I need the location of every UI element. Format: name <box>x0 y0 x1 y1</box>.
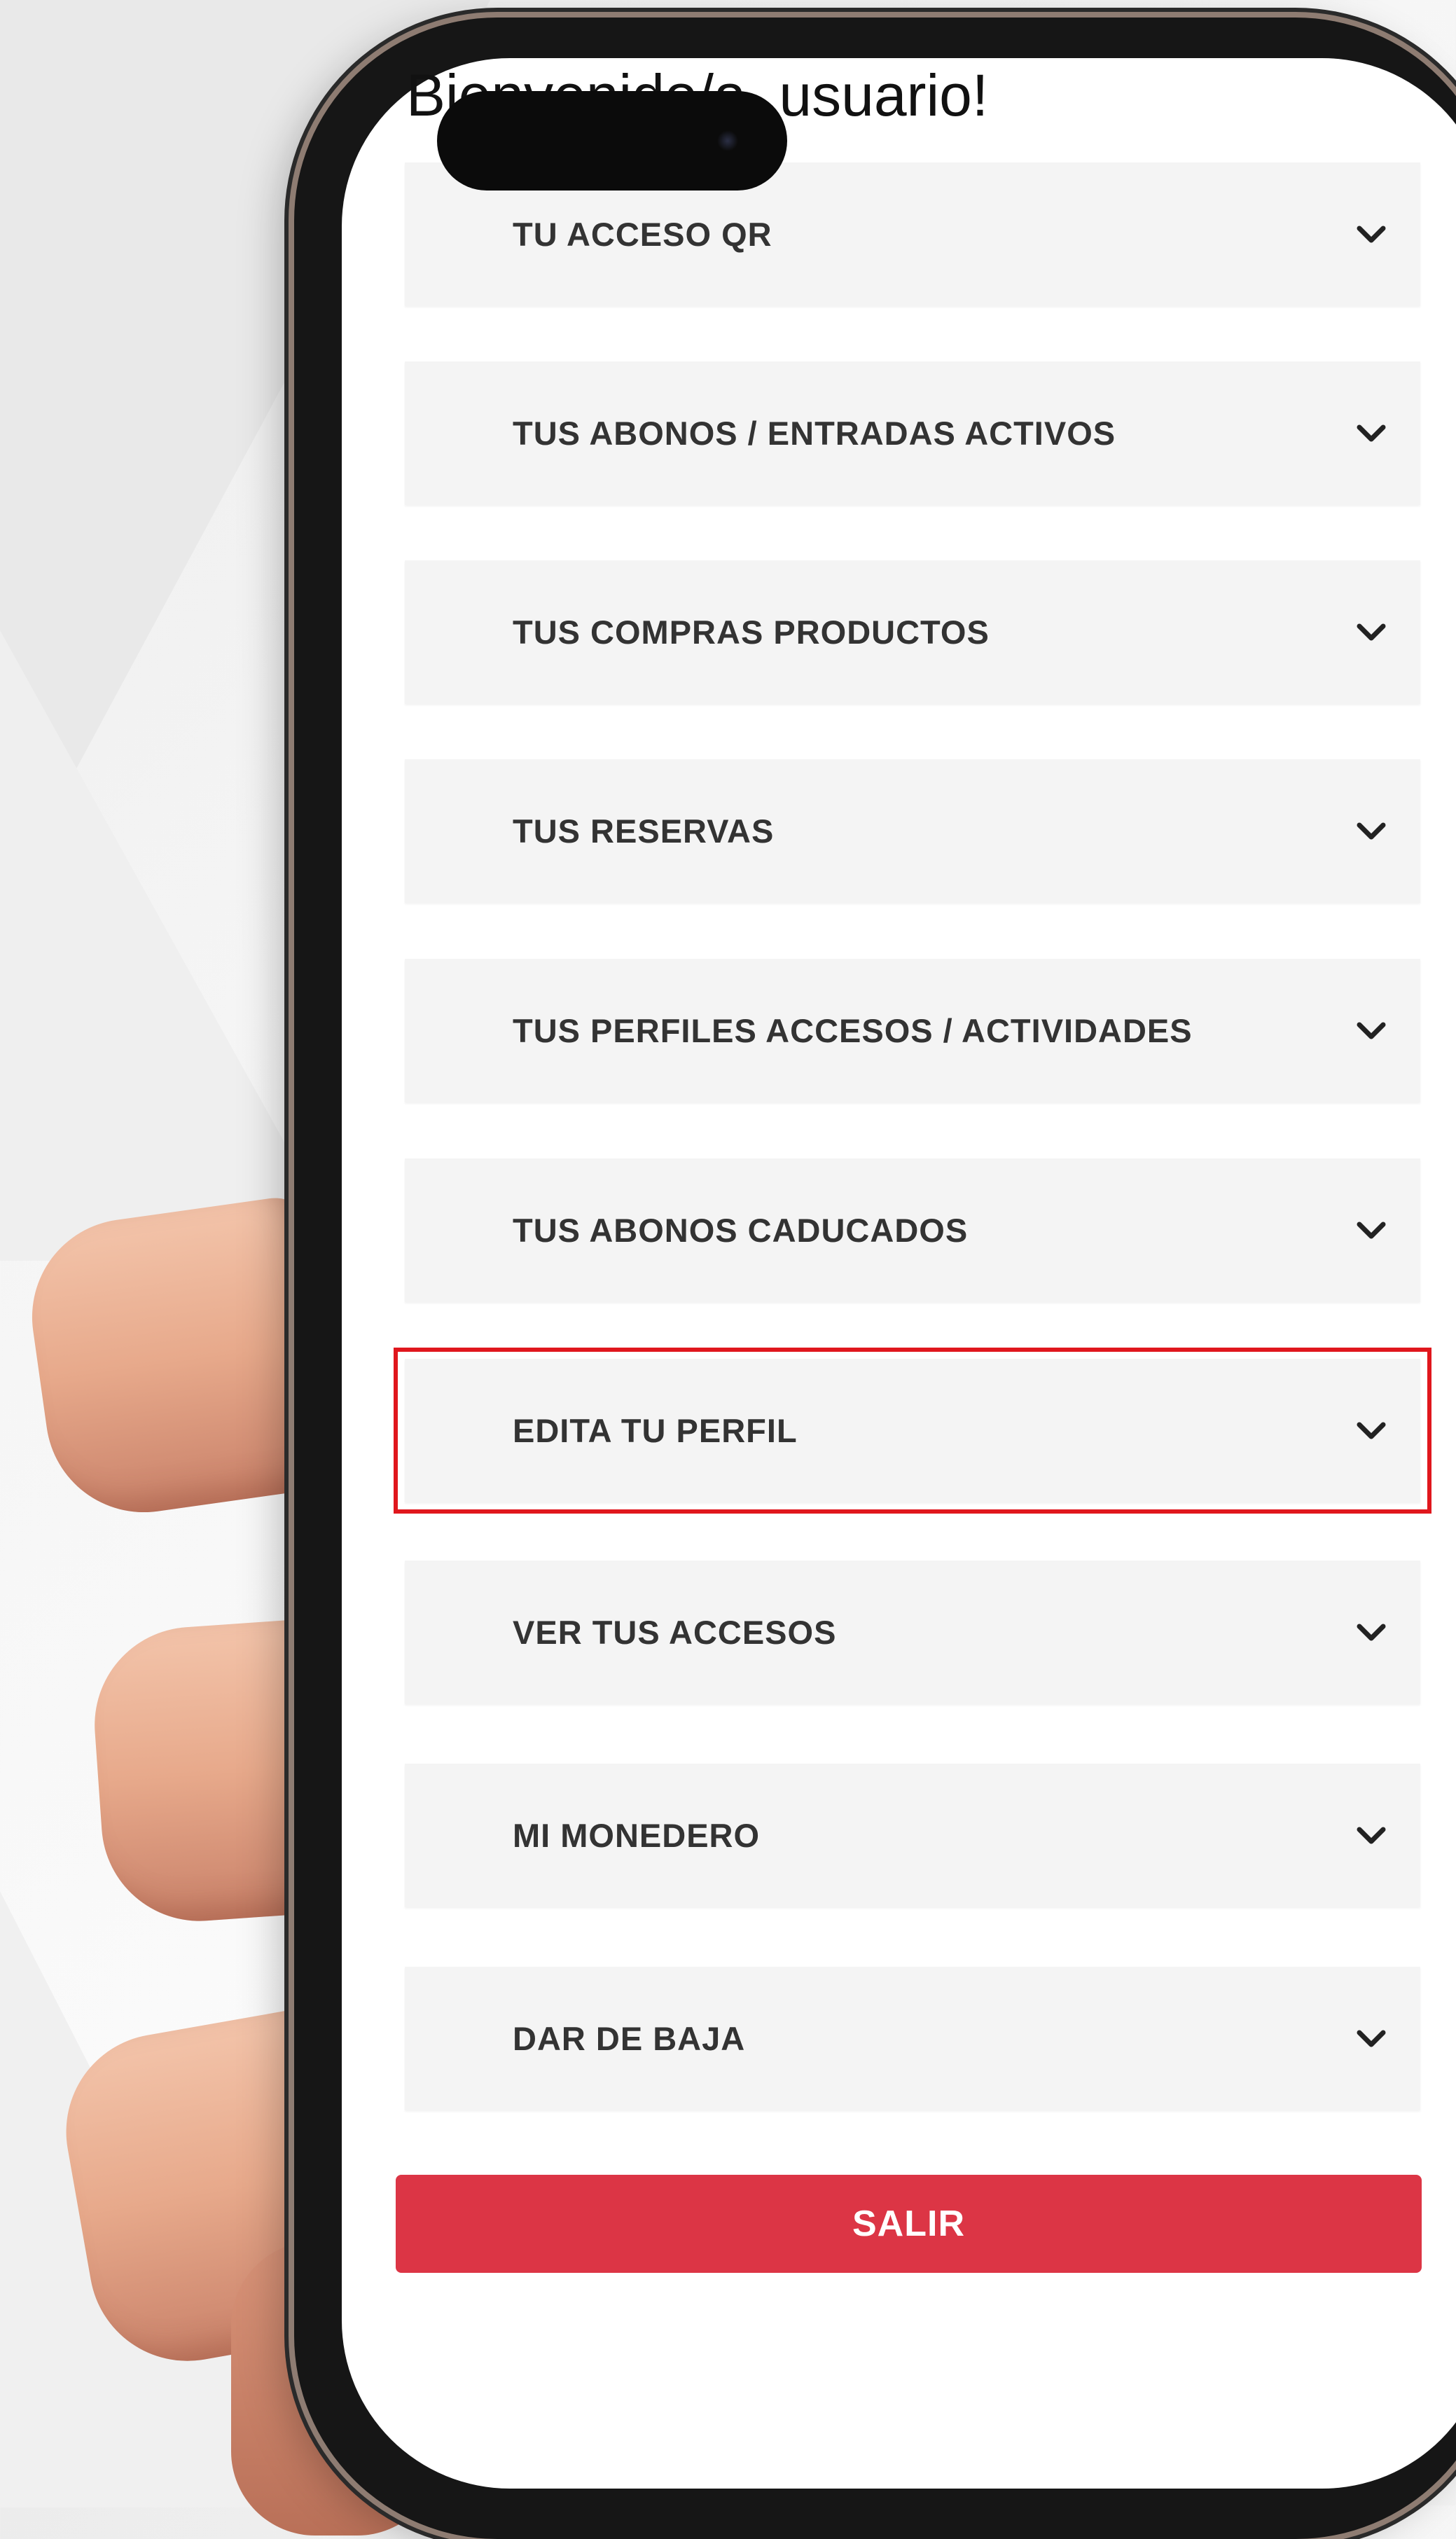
chevron-down-icon[interactable] <box>1350 2018 1392 2060</box>
menu-item-label: TU ACCESO QR <box>513 216 772 253</box>
chevron-down-icon[interactable] <box>1350 1210 1392 1252</box>
menu-item-label: TUS PERFILES ACCESOS / ACTIVIDADES <box>513 1012 1193 1049</box>
menu-item-mi-monedero[interactable]: MI MONEDERO <box>405 1764 1420 1907</box>
chevron-down-icon[interactable] <box>1350 214 1392 256</box>
menu-item-label: TUS RESERVAS <box>513 812 775 850</box>
menu-item-label: VER TUS ACCESOS <box>513 1614 837 1651</box>
menu-item-label: TUS ABONOS CADUCADOS <box>513 1212 969 1249</box>
menu-item-ver-tus-accesos[interactable]: VER TUS ACCESOS <box>405 1561 1420 1704</box>
camera-icon <box>717 130 738 151</box>
menu-item-edita-tu-perfil[interactable]: EDITA TU PERFIL <box>394 1348 1431 1514</box>
logout-button[interactable]: SALIR <box>396 2175 1422 2273</box>
menu-item-tus-abonos-caducados[interactable]: TUS ABONOS CADUCADOS <box>405 1158 1420 1302</box>
chevron-down-icon[interactable] <box>1350 810 1392 852</box>
menu-item-label: MI MONEDERO <box>513 1817 761 1854</box>
chevron-down-icon[interactable] <box>1350 1410 1392 1452</box>
menu-item-dar-de-baja[interactable]: DAR DE BAJA <box>405 1967 1420 2110</box>
menu-item-tus-compras-productos[interactable]: TUS COMPRAS PRODUCTOS <box>405 560 1420 704</box>
menu-item-label: EDITA TU PERFIL <box>513 1412 798 1449</box>
menu-item-tus-reservas[interactable]: TUS RESERVAS <box>405 759 1420 903</box>
menu-item-label: DAR DE BAJA <box>513 2020 746 2057</box>
chevron-down-icon[interactable] <box>1350 1612 1392 1654</box>
chevron-down-icon[interactable] <box>1350 1010 1392 1052</box>
menu-item-tus-abonos-entradas-activos[interactable]: TUS ABONOS / ENTRADAS ACTIVOS <box>405 361 1420 505</box>
dynamic-island <box>437 91 787 191</box>
menu-item-tus-perfiles-accesos-actividades[interactable]: TUS PERFILES ACCESOS / ACTIVIDADES <box>405 959 1420 1102</box>
menu-item-label: TUS COMPRAS PRODUCTOS <box>513 614 990 651</box>
chevron-down-icon[interactable] <box>1350 1815 1392 1857</box>
chevron-down-icon[interactable] <box>1350 611 1392 653</box>
chevron-down-icon[interactable] <box>1350 413 1392 455</box>
menu-item-label: TUS ABONOS / ENTRADAS ACTIVOS <box>513 415 1116 452</box>
